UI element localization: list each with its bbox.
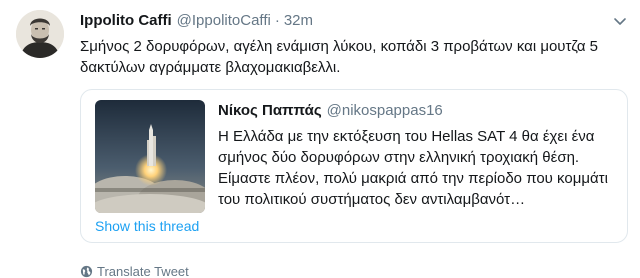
show-thread-link[interactable]: Show this thread xyxy=(95,218,199,234)
tweet-menu-button[interactable] xyxy=(612,13,628,29)
rocket-launch-image xyxy=(95,100,205,213)
portrait-avatar-icon xyxy=(16,10,64,58)
quoted-tweet-header: Νίκος Παππάς @nikospappas16 xyxy=(218,102,443,119)
tweet-header: Ippolito Caffi @IppolitoCaffi · 32m xyxy=(80,12,313,32)
header-separator: · xyxy=(274,12,280,29)
author-avatar[interactable] xyxy=(16,10,64,58)
translate-label: Translate Tweet xyxy=(97,264,189,278)
quoted-tweet[interactable]: Νίκος Παππάς @nikospappas16 Η Ελλάδα με … xyxy=(80,89,628,243)
quoted-author-handle[interactable]: @nikospappas16 xyxy=(327,102,443,119)
tweet-text: Σμήνος 2 δορυφόρων, αγέλη ενάμιση λύκου,… xyxy=(80,38,599,76)
quoted-author-name[interactable]: Νίκος Παππάς xyxy=(218,102,322,119)
tweet-timestamp[interactable]: 32m xyxy=(284,12,313,29)
globe-icon xyxy=(80,265,93,278)
tweet[interactable]: Ippolito Caffi @IppolitoCaffi · 32m Σμήν… xyxy=(0,0,640,278)
author-handle[interactable]: @IppolitoCaffi xyxy=(177,12,271,29)
quoted-tweet-text: Η Ελλάδα με την εκτόξευση του Hellas SAT… xyxy=(218,128,608,208)
author-name[interactable]: Ippolito Caffi xyxy=(80,12,172,29)
chevron-down-icon xyxy=(614,18,626,25)
translate-tweet-link[interactable]: Translate Tweet xyxy=(80,264,189,278)
quoted-tweet-thumbnail[interactable] xyxy=(95,100,205,213)
